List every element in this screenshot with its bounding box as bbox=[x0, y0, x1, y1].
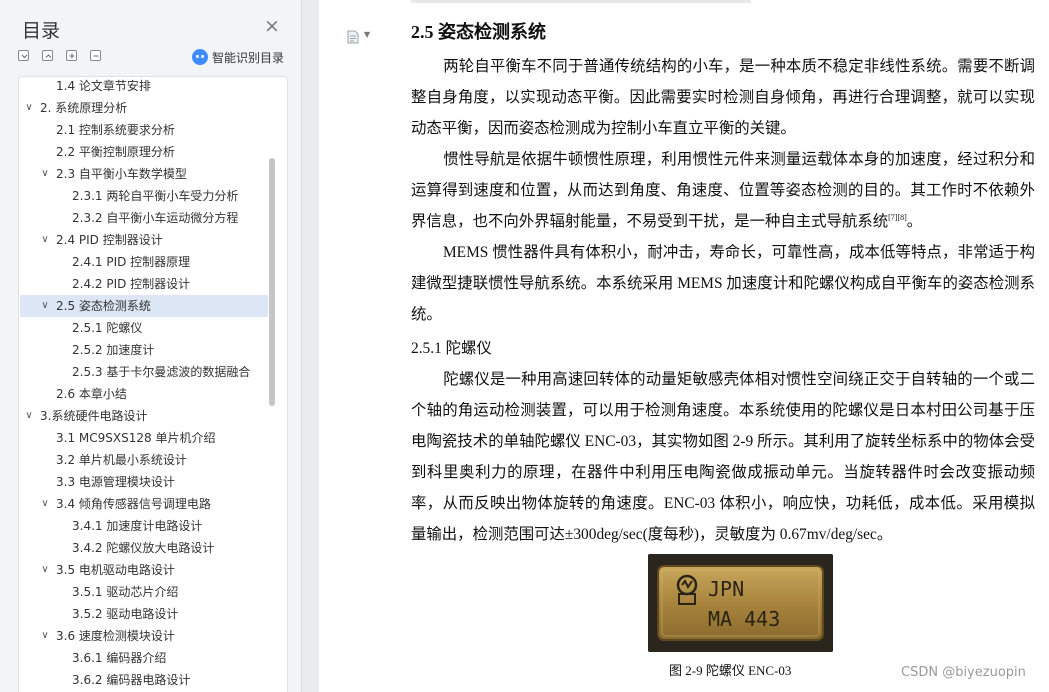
toc-item[interactable]: ∨ 2.5 姿态检测系统 bbox=[20, 295, 268, 317]
citation-tail: 。 bbox=[906, 213, 923, 230]
toc-item[interactable]: 3.2 单片机最小系统设计 bbox=[20, 449, 268, 471]
toc-item-label: 3.6.2 编码器电路设计 bbox=[72, 673, 191, 687]
toc-item[interactable]: 3.6.1 编码器介绍 bbox=[20, 647, 268, 669]
toc-item-label: 3.系统硬件电路设计 bbox=[40, 409, 148, 423]
chip-marking-line2: MA 443 bbox=[708, 607, 780, 631]
paragraph-text: 惯性导航是依据牛顿惯性原理，利用惯性元件来测量运载体本身的加速度，经过积分和运算… bbox=[411, 151, 1035, 230]
toc-item-label: 2.5 姿态检测系统 bbox=[56, 299, 151, 313]
toc-item[interactable]: ∨ 3.6 速度检测模块设计 bbox=[20, 625, 268, 647]
paragraph-gyro: 陀螺仪是一种用高速回转体的动量矩敏感壳体相对惯性空间绕正交于自转轴的一个或二个轴… bbox=[411, 364, 1035, 550]
chevron-down-icon[interactable]: ∨ bbox=[40, 229, 50, 251]
paragraph-mems: MEMS 惯性器件具有体积小，耐冲击，寿命长，可靠性高，成本低等特点，非常适于构… bbox=[411, 237, 1035, 330]
toc-item[interactable]: 3.4.1 加速度计电路设计 bbox=[20, 515, 268, 537]
toc-item[interactable]: ∨ 3.4 倾角传感器信号调理电路 bbox=[20, 493, 268, 515]
toc-item[interactable]: ∨ 2.4 PID 控制器设计 bbox=[20, 229, 268, 251]
toc-item[interactable]: 2.1 控制系统要求分析 bbox=[20, 119, 268, 141]
toc-item[interactable]: 3.3 电源管理模块设计 bbox=[20, 471, 268, 493]
figure-caption: 图 2-9 陀螺仪 ENC-03 bbox=[669, 663, 792, 678]
expand-level-icon[interactable] bbox=[42, 50, 53, 61]
toc-sidebar: 目录 × 智能识别目录 1.4 论文章节安排 ∨ 2. 系统原理分析 2.1 控制系统… bbox=[0, 0, 302, 692]
document-icon[interactable] bbox=[347, 30, 359, 44]
toc-item[interactable]: ∨ 2. 系统原理分析 bbox=[20, 97, 268, 119]
toc-item[interactable]: ∨ 2.3 自平衡小车数学模型 bbox=[20, 163, 268, 185]
toc-item[interactable]: 3.4.2 陀螺仪放大电路设计 bbox=[20, 537, 268, 559]
toc-item-label: 3.3 电源管理模块设计 bbox=[56, 475, 175, 489]
gyroscope-photo: JPN MA 443 bbox=[648, 554, 833, 652]
toc-item[interactable]: 3.5.1 驱动芯片介绍 bbox=[20, 581, 268, 603]
toc-item-label: 2.1 控制系统要求分析 bbox=[56, 123, 175, 137]
collapse-icon[interactable] bbox=[90, 50, 101, 61]
toc-item-label: 3.2 单片机最小系统设计 bbox=[56, 453, 187, 467]
toc-item[interactable]: 2.2 平衡控制原理分析 bbox=[20, 141, 268, 163]
subsection-heading: 2.5.1 陀螺仪 bbox=[411, 340, 492, 357]
close-icon[interactable]: × bbox=[264, 17, 280, 36]
chevron-down-icon[interactable]: ∨ bbox=[40, 163, 50, 185]
chevron-down-icon[interactable]: ∨ bbox=[40, 559, 50, 581]
sidebar-title: 目录 bbox=[22, 20, 61, 42]
paragraph-text: 陀螺仪是一种用高速回转体的动量矩敏感壳体相对惯性空间绕正交于自转轴的一个或二个轴… bbox=[411, 371, 1035, 543]
sidebar-scrollbar[interactable] bbox=[269, 158, 275, 406]
toc-list: 1.4 论文章节安排 ∨ 2. 系统原理分析 2.1 控制系统要求分析 2.2 平衡控制… bbox=[18, 76, 288, 692]
toc-item[interactable]: ∨ 3.5 电机驱动电路设计 bbox=[20, 559, 268, 581]
chevron-down-icon[interactable]: ∨ bbox=[40, 625, 50, 647]
toc-item-label: 2.4.2 PID 控制器设计 bbox=[72, 277, 191, 291]
toc-item[interactable]: 2.3.2 自平衡小车运动微分方程 bbox=[20, 207, 268, 229]
chevron-down-icon[interactable]: ∨ bbox=[24, 97, 34, 119]
toc-item[interactable]: 2.4.2 PID 控制器设计 bbox=[20, 273, 268, 295]
toc-item-label: 2.3 自平衡小车数学模型 bbox=[56, 167, 187, 181]
toc-item-label: 2. 系统原理分析 bbox=[40, 101, 128, 115]
paragraph-inertial: 惯性导航是依据牛顿惯性原理，利用惯性元件来测量运载体本身的加速度，经过积分和运算… bbox=[411, 144, 1035, 237]
chevron-down-icon[interactable]: ▼ bbox=[364, 30, 370, 39]
smart-toc-label: 智能识别目录 bbox=[212, 50, 285, 65]
toc-item-label: 3.5.1 驱动芯片介绍 bbox=[72, 585, 179, 599]
toc-item[interactable]: 2.3.1 两轮自平衡小车受力分析 bbox=[20, 185, 268, 207]
paragraph-intro: 两轮自平衡车不同于普通传统结构的小车，是一种本质不稳定非线性系统。需要不断调整自… bbox=[411, 51, 1035, 144]
toc-item[interactable]: 3.6.2 编码器电路设计 bbox=[20, 669, 268, 691]
toc-item[interactable]: 3.5.2 驱动电路设计 bbox=[20, 603, 268, 625]
paragraph-text: 两轮自平衡车不同于普通传统结构的小车，是一种本质不稳定非线性系统。需要不断调整自… bbox=[411, 58, 1035, 137]
section-heading: 2.5 姿态检测系统 bbox=[411, 22, 546, 42]
toc-item-label: 2.5.1 陀螺仪 bbox=[72, 321, 143, 335]
toc-item[interactable]: ∨ 3.系统硬件电路设计 bbox=[20, 405, 268, 427]
toc-item-label: 3.4.1 加速度计电路设计 bbox=[72, 519, 203, 533]
toc-item[interactable]: 2.6 本章小结 bbox=[20, 383, 268, 405]
toc-item[interactable]: 2.4.1 PID 控制器原理 bbox=[20, 251, 268, 273]
toc-item-label: 3.4 倾角传感器信号调理电路 bbox=[56, 497, 211, 511]
toc-item-label: 2.3.1 两轮自平衡小车受力分析 bbox=[72, 189, 239, 203]
toc-item-label: 2.4 PID 控制器设计 bbox=[56, 233, 163, 247]
chevron-down-icon[interactable]: ∨ bbox=[40, 493, 50, 515]
toc-item-label: 2.4.1 PID 控制器原理 bbox=[72, 255, 191, 269]
watermark: CSDN @biyezuopin bbox=[901, 665, 1026, 680]
toc-item[interactable]: 3.1 MC9SXS128 单片机介绍 bbox=[20, 427, 268, 449]
toc-item-label: 3.1 MC9SXS128 单片机介绍 bbox=[56, 431, 216, 445]
toc-item-label: 2.5.2 加速度计 bbox=[72, 343, 155, 357]
toc-item[interactable]: 2.5.1 陀螺仪 bbox=[20, 317, 268, 339]
paragraph-text: MEMS 惯性器件具有体积小，耐冲击，寿命长，可靠性高，成本低等特点，非常适于构… bbox=[411, 244, 1035, 323]
chevron-down-icon[interactable]: ∨ bbox=[40, 295, 50, 317]
expand-icon[interactable] bbox=[66, 50, 77, 61]
toc-item-label: 3.5.2 驱动电路设计 bbox=[72, 607, 179, 621]
toc-item-label: 3.6 速度检测模块设计 bbox=[56, 629, 175, 643]
smart-toc-button[interactable]: 智能识别目录 bbox=[192, 48, 284, 66]
previous-page-edge bbox=[411, 0, 751, 3]
toc-item[interactable]: 1.4 论文章节安排 bbox=[20, 77, 268, 97]
toc-item-label: 2.2 平衡控制原理分析 bbox=[56, 145, 175, 159]
chip-marking-line1: JPN bbox=[708, 577, 744, 601]
toc-item-label: 3.4.2 陀螺仪放大电路设计 bbox=[72, 541, 215, 555]
document-page: ▼ 2.5 姿态检测系统 两轮自平衡车不同于普通传统结构的小车，是一种本质不稳定… bbox=[319, 0, 1049, 692]
toc-item-label: 3.5 电机驱动电路设计 bbox=[56, 563, 175, 577]
collapse-all-icon[interactable] bbox=[18, 50, 29, 61]
toc-item-label: 2.6 本章小结 bbox=[56, 387, 127, 401]
toc-item-label: 2.3.2 自平衡小车运动微分方程 bbox=[72, 211, 239, 225]
citation[interactable]: [7][8] bbox=[888, 213, 907, 222]
toc-item-label: 3.6.1 编码器介绍 bbox=[72, 651, 167, 665]
chevron-down-icon[interactable]: ∨ bbox=[24, 405, 34, 427]
toc-item-label: 2.5.3 基于卡尔曼滤波的数据融合 bbox=[72, 365, 251, 379]
toc-item-label: 1.4 论文章节安排 bbox=[56, 79, 151, 93]
toc-item[interactable]: 2.5.2 加速度计 bbox=[20, 339, 268, 361]
toc-item[interactable]: 2.5.3 基于卡尔曼滤波的数据融合 bbox=[20, 361, 268, 383]
ai-assistant-icon bbox=[192, 49, 208, 65]
